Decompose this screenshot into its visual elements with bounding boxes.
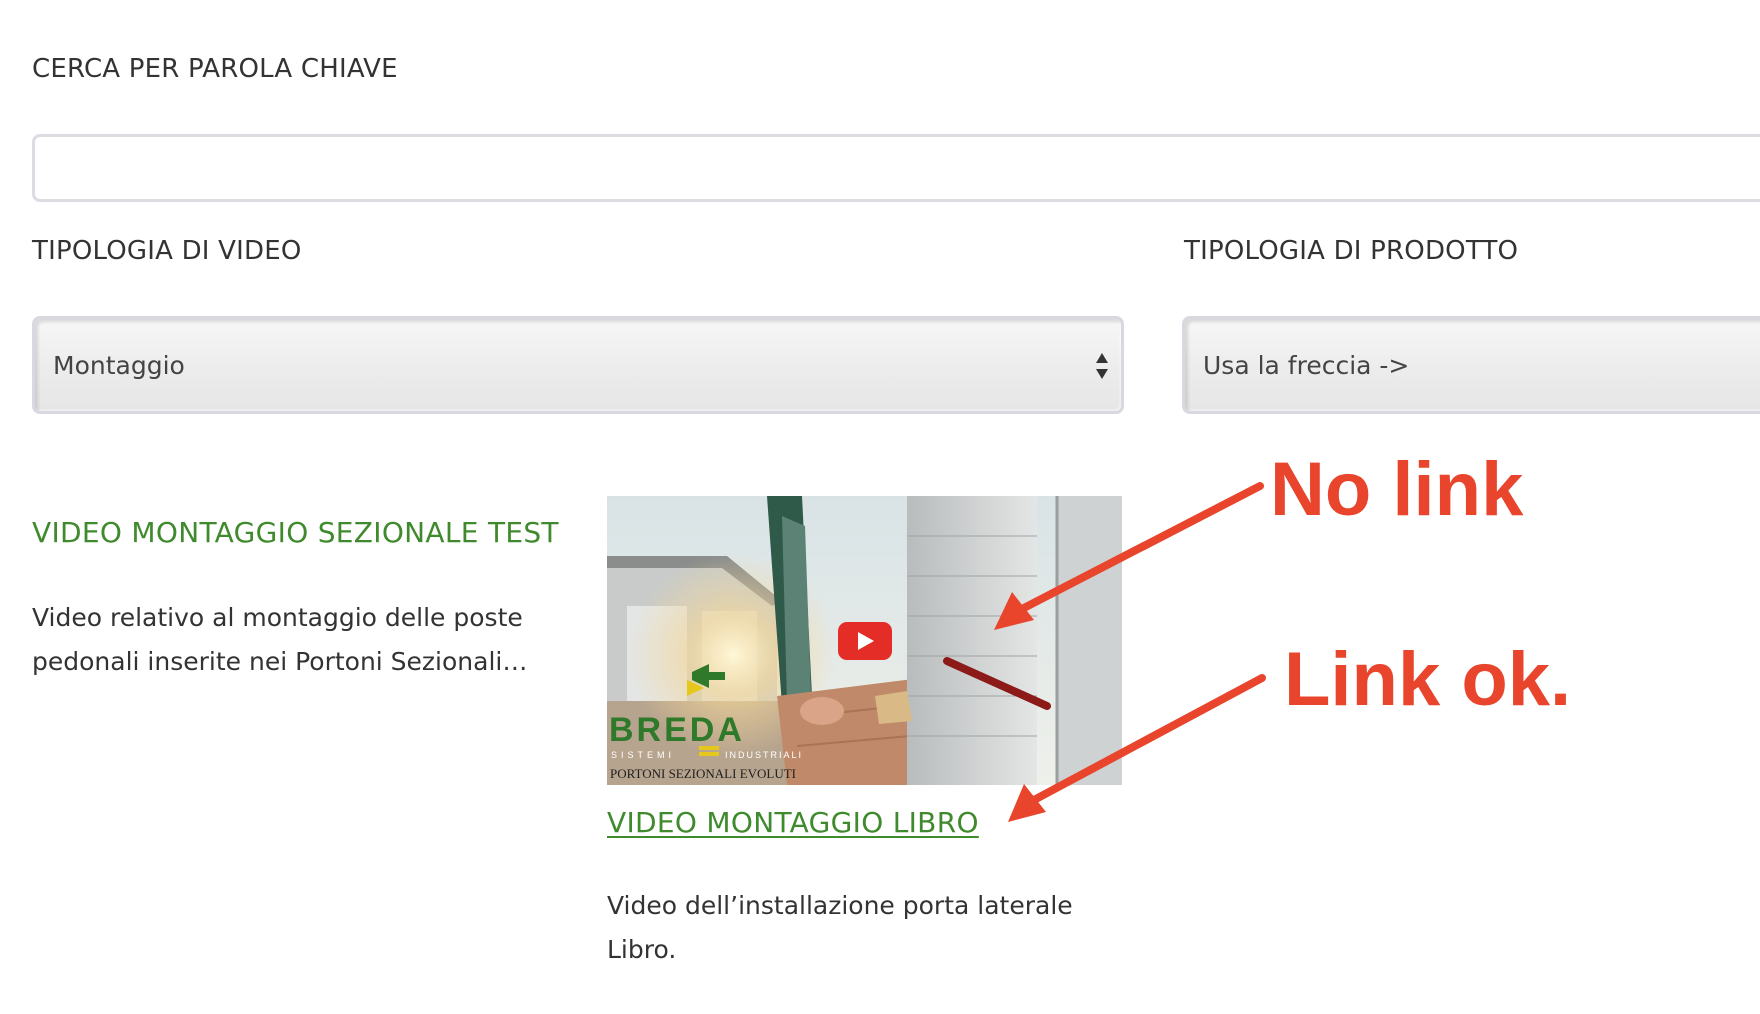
video-type-label: TIPOLOGIA DI VIDEO <box>32 236 302 266</box>
video-thumbnail[interactable]: BREDA SISTEMI INDUSTRIALI PORTONI SEZION… <box>607 496 1122 785</box>
video-type-selected-value: Montaggio <box>53 350 185 380</box>
video-search-page: CERCA PER PAROLA CHIAVE TIPOLOGIA DI VID… <box>0 0 1760 1014</box>
svg-text:SISTEMI: SISTEMI <box>611 750 675 760</box>
thumbnail-scene-image: BREDA SISTEMI INDUSTRIALI PORTONI SEZION… <box>607 496 1122 785</box>
product-type-select[interactable]: Usa la freccia -> <box>1182 316 1760 414</box>
result-description: Video relativo al montaggio delle poste … <box>32 603 528 676</box>
video-title-link[interactable]: VIDEO MONTAGGIO LIBRO <box>607 806 979 839</box>
svg-text:BREDA: BREDA <box>609 711 745 749</box>
svg-text:PORTONI SEZIONALI EVOLUTI: PORTONI SEZIONALI EVOLUTI <box>610 766 796 781</box>
product-type-selected-value: Usa la freccia -> <box>1203 350 1410 380</box>
youtube-play-icon <box>838 622 892 660</box>
video-type-select[interactable]: Montaggio <box>32 316 1124 414</box>
keyword-search-label: CERCA PER PAROLA CHIAVE <box>32 54 398 84</box>
result-title-unlinked: VIDEO MONTAGGIO SEZIONALE TEST <box>32 516 559 549</box>
select-arrows-icon <box>1096 353 1108 379</box>
video-description: Video dell’installazione porta laterale … <box>607 891 1073 964</box>
product-type-label: TIPOLOGIA DI PRODOTTO <box>1184 236 1519 266</box>
svg-text:INDUSTRIALI: INDUSTRIALI <box>725 750 803 760</box>
annotation-no-link: No link <box>1270 447 1524 532</box>
annotation-link-ok: Link ok. <box>1284 637 1572 722</box>
keyword-search-input[interactable] <box>32 134 1760 202</box>
